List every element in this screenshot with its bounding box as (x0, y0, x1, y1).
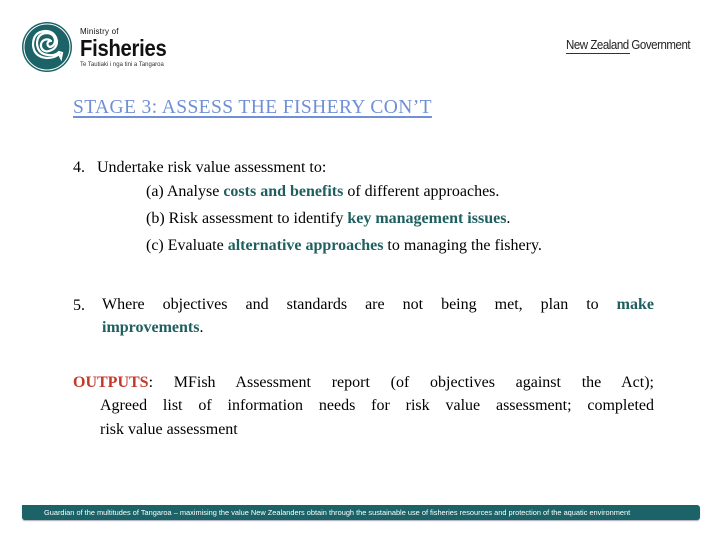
item-4-number: 4. (73, 159, 85, 176)
nz-government-logo: New Zealand Government (566, 38, 691, 52)
govt-underline (566, 53, 630, 54)
item-5-period: . (199, 319, 204, 336)
item-5-line-1: Where objectives and standards are not b… (102, 293, 654, 316)
slide-title: STAGE 3: ASSESS THE FISHERY CON’T (73, 97, 432, 118)
item-4: 4. Undertake risk value assessment to: (73, 158, 326, 178)
subitem-a-text-end: of different approaches. (343, 183, 500, 200)
outputs-line-2: Agreed list of information needs for ris… (100, 394, 654, 417)
subitem-a: (a) Analyse costs and benefits of differ… (146, 182, 499, 202)
item-5-number: 5. (73, 297, 85, 314)
outputs-text-1: : MFish Assessment report (of objectives… (148, 374, 654, 391)
outputs-label: OUTPUTS (73, 374, 149, 391)
fisheries-spiral-icon (22, 22, 72, 72)
subitem-b-emphasis: key management issues (347, 210, 507, 227)
fisheries-wordmark: Fisheries (80, 35, 167, 61)
item-5-line-2: improvements. (102, 318, 203, 338)
outputs-line-3: risk value assessment (100, 421, 238, 438)
footer-tagline: Guardian of the multitudes of Tangaroa –… (44, 508, 631, 517)
subitem-b: (b) Risk assessment to identify key mana… (146, 209, 510, 229)
subitem-b-text-end: . (506, 210, 511, 227)
subitem-a-emphasis: costs and benefits (223, 183, 344, 200)
item-5-text: Where objectives and standards are not b… (102, 296, 599, 313)
outputs-text-2: Agreed list of information needs for ris… (100, 397, 654, 414)
subitem-c-text-end: to managing the fishery. (383, 237, 542, 254)
item-5-emphasis-make: make (616, 296, 654, 313)
item-4-text: Undertake risk value assessment to: (97, 159, 327, 176)
maori-tagline: Te Tautiaki i nga tini a Tangaroa (80, 62, 164, 68)
subitem-b-text: (b) Risk assessment to identify (146, 210, 348, 227)
footer-banner: Guardian of the multitudes of Tangaroa –… (22, 505, 700, 520)
outputs-line-1: OUTPUTS: MFish Assessment report (of obj… (73, 371, 654, 394)
subitem-c: (c) Evaluate alternative approaches to m… (146, 236, 542, 256)
subitem-c-emphasis: alternative approaches (227, 237, 384, 254)
subitem-a-text: (a) Analyse (146, 183, 224, 200)
subitem-c-text: (c) Evaluate (146, 237, 228, 254)
item-5-emphasis-improvements: improvements (102, 319, 200, 336)
